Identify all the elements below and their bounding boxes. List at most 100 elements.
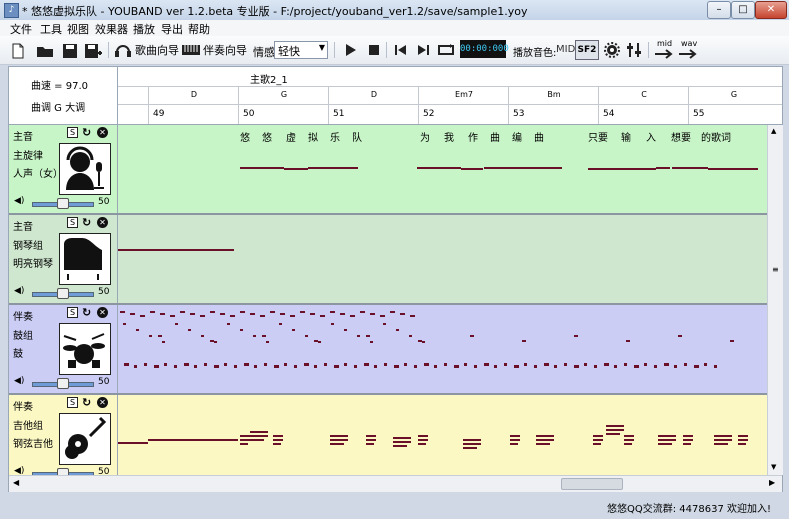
guitar-chord[interactable] [606, 429, 624, 431]
drum-hit[interactable] [340, 313, 345, 315]
drum-hit[interactable] [300, 311, 305, 313]
guitar-chord[interactable] [683, 443, 691, 445]
guitar-chord[interactable] [510, 435, 520, 437]
menu-export[interactable]: 导出 [161, 21, 183, 37]
lyric-syllable[interactable]: 曲 [534, 129, 544, 144]
guitar-chord[interactable] [273, 439, 283, 441]
lyric-syllable[interactable]: 只要 [588, 129, 608, 144]
drum-hit[interactable] [262, 335, 266, 337]
lyric-syllable[interactable]: 悠 [240, 129, 250, 144]
drum-hit[interactable] [180, 311, 185, 313]
melody-note[interactable] [417, 167, 461, 169]
drum-hit[interactable] [201, 335, 204, 337]
drum-hit[interactable] [410, 315, 415, 317]
piano-note[interactable] [118, 249, 234, 251]
drum-hit[interactable] [434, 365, 437, 368]
drum-hit[interactable] [190, 313, 195, 315]
lyric-syllable[interactable]: 的歌词 [701, 129, 731, 144]
skip-forward-icon[interactable] [417, 44, 429, 56]
guitar-chord[interactable] [366, 439, 376, 441]
drum-hit[interactable] [730, 340, 734, 342]
guitar-icon[interactable] [59, 413, 111, 465]
drum-hit[interactable] [244, 363, 249, 366]
drum-hit[interactable] [214, 341, 217, 343]
drum-hit[interactable] [444, 363, 447, 366]
lyric-syllable[interactable]: 乐 [330, 129, 340, 144]
drum-hit[interactable] [404, 363, 407, 366]
guitar-chord[interactable] [683, 439, 693, 441]
drum-hit[interactable] [470, 335, 474, 337]
lyric-syllable[interactable]: 编 [512, 129, 522, 144]
drum-hit[interactable] [366, 335, 370, 337]
drum-hit[interactable] [136, 329, 139, 331]
timeline-ruler[interactable]: 主歌2_1 D 49 G 50 D 51 Em7 52 Bm 53 C 54 G 55 [118, 67, 782, 125]
drum-hit[interactable] [544, 363, 549, 366]
drum-hit[interactable] [704, 363, 707, 366]
drum-hit[interactable] [304, 363, 309, 366]
drum-hit[interactable] [604, 363, 609, 366]
guitar-chord[interactable] [240, 435, 250, 437]
solo-button[interactable]: S [67, 127, 78, 138]
guitar-chord[interactable] [418, 439, 428, 441]
piano-icon[interactable] [59, 233, 111, 285]
guitar-chord[interactable] [738, 443, 746, 445]
mixer-icon[interactable] [627, 42, 641, 58]
drum-hit[interactable] [422, 341, 425, 343]
volume-slider-thumb[interactable] [57, 378, 69, 389]
lyric-syllable[interactable]: 作 [468, 129, 478, 144]
drum-hit[interactable] [424, 363, 429, 366]
drum-hit[interactable] [134, 365, 137, 368]
lyric-syllable[interactable]: 拟 [308, 129, 318, 144]
melody-note[interactable] [308, 167, 358, 169]
guitar-chord[interactable] [510, 443, 518, 445]
guitar-chord[interactable] [714, 443, 728, 445]
vertical-scrollbar[interactable]: ▲ ≡ ▼ [767, 125, 783, 475]
scroll-left-icon[interactable]: ◀ [13, 478, 19, 487]
drum-hit[interactable] [564, 363, 567, 366]
guitar-chord[interactable] [593, 443, 601, 445]
drum-hit[interactable] [279, 323, 282, 325]
drum-hit[interactable] [224, 363, 227, 366]
drum-hit[interactable] [354, 365, 357, 368]
drum-hit[interactable] [624, 363, 627, 366]
drum-hit[interactable] [204, 363, 207, 366]
guitar-chord[interactable] [250, 431, 268, 433]
guitar-chord[interactable] [606, 433, 620, 435]
track-instrument[interactable]: 钢弦吉他 [13, 435, 53, 450]
track-lane[interactable] [118, 305, 767, 393]
loop-icon[interactable]: ↻ [82, 306, 91, 319]
guitar-chord[interactable] [606, 425, 624, 427]
melody-note[interactable] [588, 168, 656, 170]
drum-hit[interactable] [292, 329, 295, 331]
guitar-chord[interactable] [418, 435, 428, 437]
drum-hit[interactable] [484, 363, 489, 366]
drum-hit[interactable] [174, 365, 177, 368]
drum-hit[interactable] [674, 365, 677, 368]
guitar-chord[interactable] [463, 439, 481, 441]
guitar-chord[interactable] [330, 439, 348, 441]
guitar-chord[interactable] [366, 443, 374, 445]
guitar-note[interactable] [118, 442, 148, 444]
drum-hit[interactable] [230, 315, 235, 317]
menu-help[interactable]: 帮助 [188, 21, 210, 37]
drum-hit[interactable] [514, 365, 519, 368]
drum-hit[interactable] [400, 313, 405, 315]
guitar-chord[interactable] [738, 439, 748, 441]
drum-hit[interactable] [318, 341, 321, 343]
drum-hit[interactable] [123, 323, 126, 325]
drum-hit[interactable] [170, 315, 175, 317]
mute-button[interactable]: ✕ [97, 397, 108, 408]
drum-hit[interactable] [331, 323, 334, 325]
drum-hit[interactable] [320, 315, 325, 317]
drum-hit[interactable] [184, 363, 189, 366]
guitar-chord[interactable] [366, 435, 376, 437]
scroll-up-icon[interactable]: ▲ [771, 127, 776, 135]
drum-hit[interactable] [522, 340, 526, 342]
drum-hit[interactable] [380, 315, 385, 317]
drum-hit[interactable] [160, 313, 165, 315]
drum-hit[interactable] [264, 363, 267, 366]
save-as-icon[interactable] [84, 43, 102, 59]
drum-hit[interactable] [158, 335, 162, 337]
guitar-chord[interactable] [273, 435, 283, 437]
drum-hit[interactable] [240, 329, 243, 331]
